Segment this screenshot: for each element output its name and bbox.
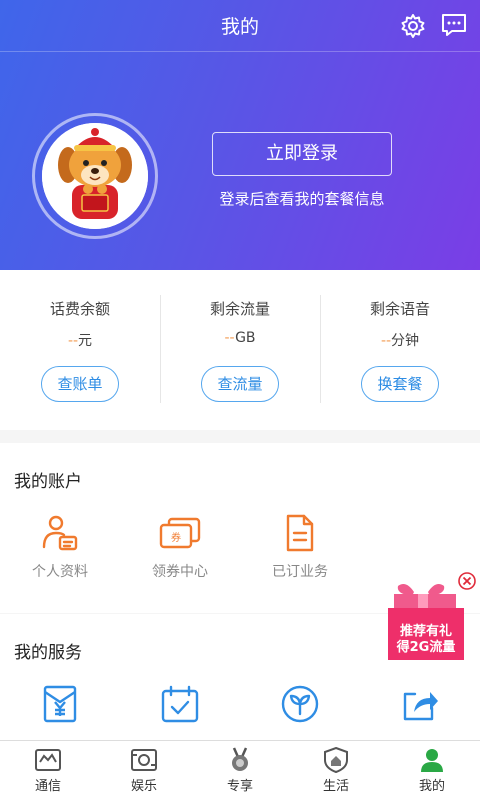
cartoon-dog-avatar [42, 123, 148, 229]
stat-value: --分钟 [320, 330, 480, 350]
tab-entertainment[interactable]: 娱乐 [96, 741, 192, 800]
tab-label: 我的 [418, 779, 445, 794]
login-hint: 登录后查看我的套餐信息 [219, 190, 385, 208]
sprout-icon[interactable] [280, 684, 320, 724]
stat-unit: 分钟 [391, 333, 420, 349]
section-title: 我的账户 [14, 472, 82, 492]
grid-label: 个人资料 [32, 564, 88, 580]
grid-item-coupons[interactable]: 券 领券中心 [120, 513, 240, 581]
stat-label: 剩余语音 [369, 300, 430, 318]
grid-item-subscriptions[interactable]: 已订业务 [240, 513, 360, 581]
promo-gift-badge[interactable]: 推荐有礼 得2G流量 [384, 578, 468, 662]
login-button[interactable]: 立即登录 [212, 132, 392, 176]
tab-label: 专享 [226, 779, 253, 794]
tab-exclusive[interactable]: 专享 [192, 741, 288, 800]
stat-unit: 元 [78, 333, 93, 349]
stat-value: --GB [160, 330, 320, 346]
calendar-check-icon[interactable] [160, 684, 200, 724]
tab-label: 通信 [34, 779, 61, 794]
grid-label: 已订业务 [272, 564, 328, 580]
check-data-button[interactable]: 查流量 [201, 366, 279, 402]
stat-voice: 剩余语音 --分钟 换套餐 [320, 270, 480, 430]
message-icon[interactable] [441, 12, 467, 38]
change-plan-button[interactable]: 换套餐 [361, 366, 439, 402]
avatar[interactable] [42, 123, 148, 229]
tab-communication[interactable]: 通信 [0, 741, 96, 800]
section-title: 我的服务 [14, 643, 82, 663]
stat-unit: GB [235, 330, 256, 346]
stat-balance: 话费余额 --元 查账单 [0, 270, 160, 430]
yuan-envelope-icon[interactable] [40, 684, 80, 724]
tab-label: 生活 [322, 779, 349, 794]
grid-label: 领券中心 [152, 564, 208, 580]
stat-dash: -- [224, 330, 236, 346]
grid-item-profile[interactable]: 个人资料 [0, 513, 120, 581]
stat-label: 话费余额 [49, 300, 110, 318]
promo-line-1: 推荐有礼 [399, 624, 452, 639]
coupon-icon: 券 [159, 517, 201, 549]
promo-line-2: 得2G流量 [396, 640, 456, 655]
gear-icon[interactable] [399, 12, 427, 40]
bottom-tab-bar: 通信 娱乐 专享 生活 我的 [0, 740, 480, 800]
life-shield-icon [324, 747, 348, 773]
share-icon[interactable] [400, 684, 440, 724]
stat-value: --元 [0, 330, 160, 350]
stat-dash: -- [67, 333, 79, 349]
user-icon [421, 749, 443, 772]
tab-life[interactable]: 生活 [288, 741, 384, 800]
entertainment-icon [131, 749, 157, 771]
document-icon [286, 514, 314, 552]
tab-mine[interactable]: 我的 [384, 741, 480, 800]
balance-stats: 话费余额 --元 查账单 剩余流量 --GB 查流量 剩余语音 --分钟 换套餐 [0, 270, 480, 430]
stat-data: 剩余流量 --GB 查流量 [160, 270, 320, 430]
medal-icon [232, 747, 248, 771]
tab-label: 娱乐 [130, 779, 157, 794]
communication-icon [35, 749, 61, 771]
title-bar: 我的 [0, 0, 480, 52]
check-bill-button[interactable]: 查账单 [41, 366, 119, 402]
profile-header: 我的 立即登录 登录后查看我的套餐信息 [0, 0, 480, 270]
stat-dash: -- [380, 333, 392, 349]
profile-card-icon [42, 515, 78, 551]
stat-label: 剩余流量 [209, 300, 270, 318]
svg-text:券: 券 [171, 531, 181, 544]
